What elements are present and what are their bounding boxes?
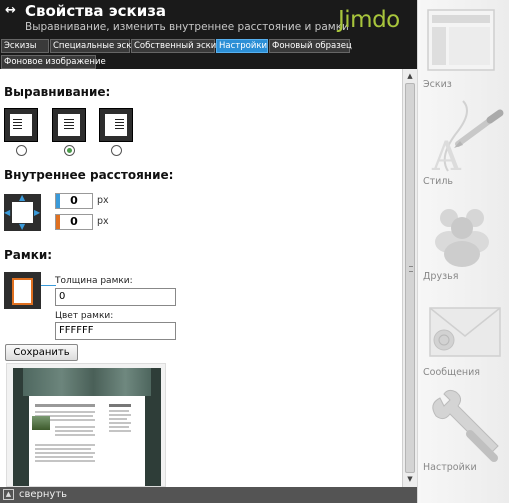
padding-top-input[interactable]: 0 <box>55 193 93 209</box>
border-thickness-label: Толщина рамки: <box>55 276 133 286</box>
collapse-icon[interactable]: ▲ <box>3 489 14 500</box>
sidebar-item-messages[interactable]: Сообщения <box>418 288 509 384</box>
tab-layouts[interactable]: Эскизы <box>1 39 49 53</box>
align-right-radio[interactable] <box>111 145 122 156</box>
align-center-radio[interactable] <box>64 145 75 156</box>
border-heading: Рамки: <box>4 248 53 262</box>
align-center-icon[interactable] <box>52 108 86 142</box>
right-sidebar: Эскиз A Стиль Друзья Сообщения Настройки <box>417 0 509 503</box>
padding-top-unit: px <box>97 195 109 206</box>
sidebar-item-friends-label: Друзья <box>423 271 459 282</box>
tab-special-layouts[interactable]: Специальные эскизы <box>50 39 148 53</box>
vertical-scrollbar[interactable]: ▲ ▼ <box>402 69 417 487</box>
sidebar-item-sketch-label: Эскиз <box>423 79 452 90</box>
tab-background-image[interactable]: Фоновое изображение <box>1 55 106 69</box>
settings-content: Выравнивание: Внутреннее расстояние: ▲ ▼… <box>0 69 402 487</box>
padding-bottom-value: 0 <box>70 215 78 228</box>
sidebar-item-friends[interactable]: Друзья <box>418 192 509 288</box>
padding-icon: ▲ ▼ ◀ ▶ <box>4 193 41 231</box>
padding-top-value: 0 <box>70 194 78 207</box>
collapse-bar[interactable]: ▲ свернуть <box>0 487 417 503</box>
drag-arrows-icon[interactable]: ↔ <box>5 3 16 18</box>
border-thickness-input[interactable]: 0 <box>55 288 176 306</box>
sidebar-item-style[interactable]: A Стиль <box>418 96 509 192</box>
align-right-icon[interactable] <box>99 108 133 142</box>
jimdo-logo: Jimdo <box>338 7 400 33</box>
scrollbar-thumb[interactable] <box>405 83 415 473</box>
sidebar-item-style-label: Стиль <box>423 176 454 187</box>
alignment-heading: Выравнивание: <box>4 85 111 99</box>
scroll-down-icon[interactable]: ▼ <box>404 473 416 485</box>
layout-preview-thumbnail <box>6 363 166 487</box>
layout-properties-panel: ↔ Свойства эскиза Выравнивание, изменить… <box>0 0 417 503</box>
panel-title: Свойства эскиза <box>25 2 167 20</box>
tab-bar: Эскизы Специальные эскизы Собственный эс… <box>0 38 417 69</box>
padding-bottom-unit: px <box>97 216 109 227</box>
tab-background-pattern[interactable]: Фоновый образец <box>269 39 352 53</box>
align-left-radio[interactable] <box>16 145 27 156</box>
sidebar-item-settings[interactable]: Настройки <box>418 384 509 480</box>
border-color-label: Цвет рамки: <box>55 311 114 321</box>
padding-heading: Внутреннее расстояние: <box>4 168 174 182</box>
tab-own-layout[interactable]: Собственный эскиз <box>131 39 221 53</box>
scroll-up-icon[interactable]: ▲ <box>404 70 416 82</box>
tab-settings[interactable]: Настройки <box>216 39 268 53</box>
align-left-icon[interactable] <box>4 108 38 142</box>
sidebar-item-settings-label: Настройки <box>423 462 477 473</box>
sidebar-item-sketch[interactable]: Эскиз <box>418 0 509 96</box>
collapse-label[interactable]: свернуть <box>19 489 67 500</box>
panel-header: ↔ Свойства эскиза Выравнивание, изменить… <box>0 0 417 38</box>
padding-bottom-input[interactable]: 0 <box>55 214 93 230</box>
border-color-input[interactable]: FFFFFF <box>55 322 176 340</box>
sidebar-item-messages-label: Сообщения <box>423 367 481 378</box>
border-icon <box>4 272 56 309</box>
save-button[interactable]: Сохранить <box>5 344 78 361</box>
panel-subtitle: Выравнивание, изменить внутреннее рассто… <box>25 21 349 33</box>
